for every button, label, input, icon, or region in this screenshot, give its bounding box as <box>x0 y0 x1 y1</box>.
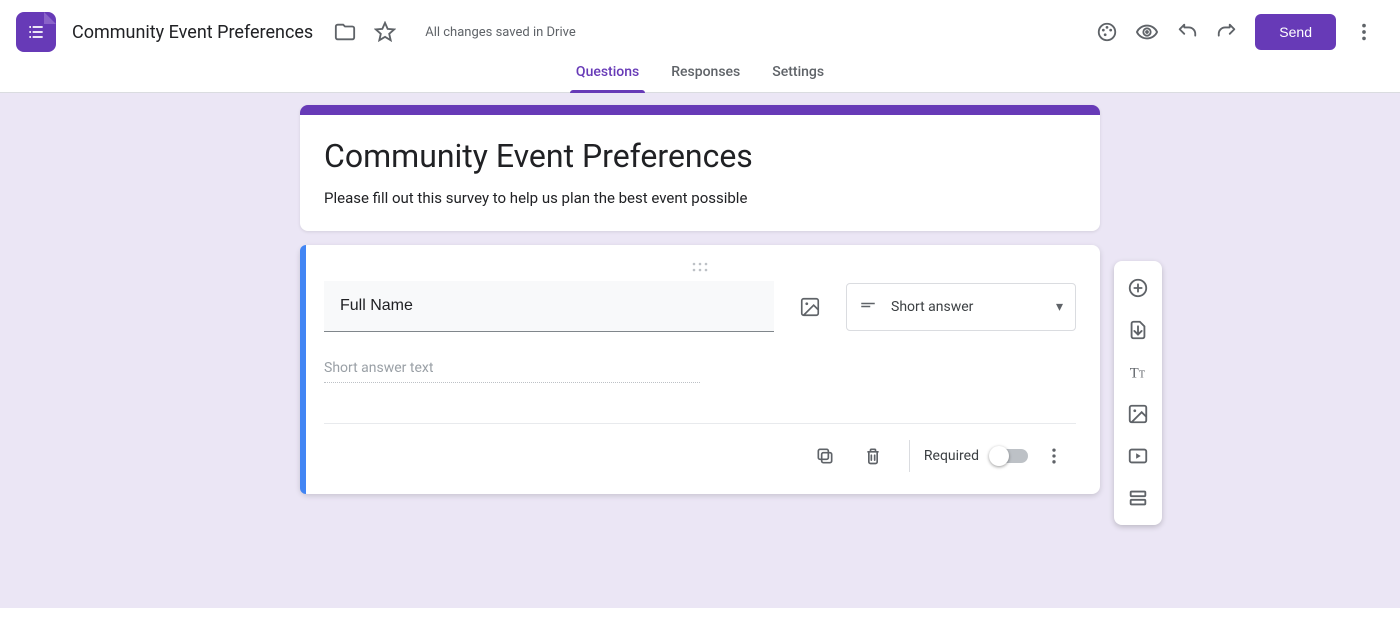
more-menu-icon[interactable] <box>1344 12 1384 52</box>
question-title-input[interactable] <box>324 281 774 332</box>
send-button[interactable]: Send <box>1255 14 1336 50</box>
question-card[interactable]: Short answer ▾ Short answer text Require… <box>300 245 1100 494</box>
tab-bar: Questions Responses Settings <box>0 64 1400 93</box>
tab-questions[interactable]: Questions <box>560 64 655 92</box>
add-video-button[interactable] <box>1114 435 1162 477</box>
required-label: Required <box>924 448 979 464</box>
add-question-button[interactable] <box>1114 267 1162 309</box>
customize-theme-icon[interactable] <box>1087 12 1127 52</box>
short-answer-icon <box>859 296 877 318</box>
form-header-card[interactable]: Community Event Preferences Please fill … <box>300 105 1100 231</box>
delete-icon[interactable] <box>851 434 895 478</box>
form-title[interactable]: Community Event Preferences <box>324 137 1076 175</box>
undo-icon[interactable] <box>1167 12 1207 52</box>
save-status: All changes saved in Drive <box>425 25 576 40</box>
tab-settings[interactable]: Settings <box>756 64 840 92</box>
duplicate-icon[interactable] <box>803 434 847 478</box>
chevron-down-icon: ▾ <box>1056 299 1063 315</box>
move-to-folder-icon[interactable] <box>325 12 365 52</box>
forms-app-icon[interactable] <box>16 12 56 52</box>
add-section-button[interactable] <box>1114 477 1162 519</box>
question-type-select[interactable]: Short answer ▾ <box>846 283 1076 331</box>
question-more-icon[interactable] <box>1032 434 1076 478</box>
svg-text:T: T <box>1139 370 1145 381</box>
import-questions-button[interactable] <box>1114 309 1162 351</box>
add-image-icon[interactable] <box>790 287 830 327</box>
add-title-button[interactable]: TT <box>1114 351 1162 393</box>
star-icon[interactable] <box>365 12 405 52</box>
header: Community Event Preferences All changes … <box>0 0 1400 64</box>
document-title[interactable]: Community Event Preferences <box>72 22 313 43</box>
answer-preview: Short answer text <box>324 360 700 383</box>
question-footer: Required <box>324 423 1076 478</box>
divider <box>909 440 910 472</box>
redo-icon[interactable] <box>1207 12 1247 52</box>
svg-text:T: T <box>1130 366 1139 382</box>
question-type-label: Short answer <box>891 299 1056 315</box>
side-toolbar: TT <box>1114 261 1162 525</box>
tab-responses[interactable]: Responses <box>655 64 756 92</box>
drag-handle-icon[interactable] <box>324 257 1076 277</box>
preview-icon[interactable] <box>1127 12 1167 52</box>
add-image-button[interactable] <box>1114 393 1162 435</box>
workspace: Community Event Preferences Please fill … <box>0 93 1400 608</box>
form-description[interactable]: Please fill out this survey to help us p… <box>324 189 1076 207</box>
required-toggle[interactable] <box>991 449 1028 463</box>
